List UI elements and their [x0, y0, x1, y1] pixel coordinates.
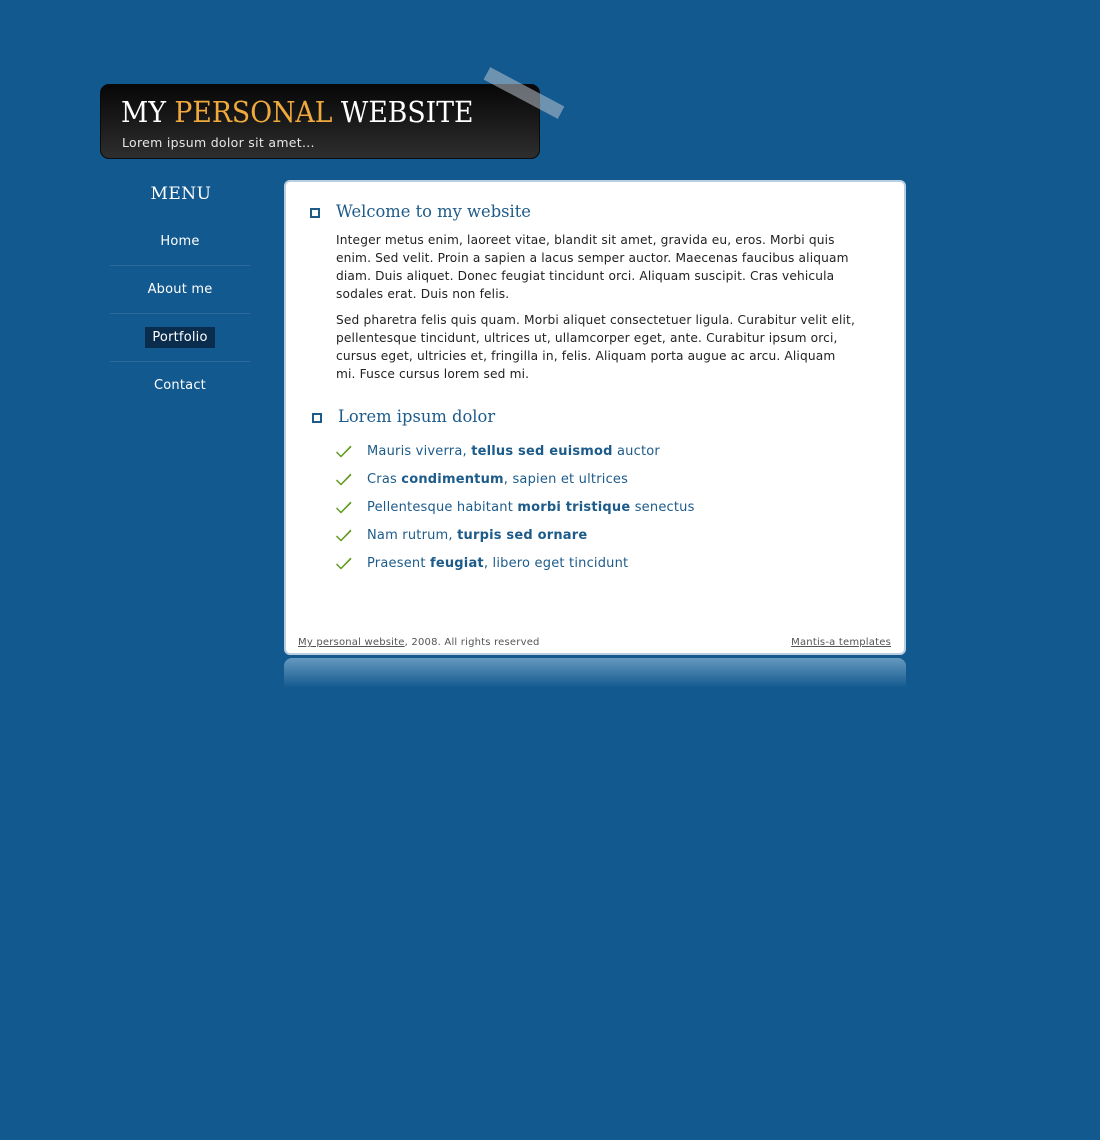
list-item-text: Praesent feugiat, libero eget tincidunt [367, 555, 629, 571]
content-box-reflection [284, 658, 906, 688]
square-bullet-icon [310, 208, 320, 218]
site-logo-banner: MY PERSONAL WEBSITE Lorem ipsum dolor si… [100, 84, 540, 159]
checkmark-icon [336, 557, 352, 570]
paragraph-2: Sed pharetra felis quis quam. Morbi aliq… [336, 313, 855, 381]
footer-copyright-text: , 2008. All rights reserved [404, 637, 540, 648]
list-item: Nam rutrum, turpis sed ornare [336, 521, 695, 549]
sidebar-menu: MENU Home About me Portfolio Contact [110, 184, 250, 409]
section-heading-welcome: Welcome to my website [336, 202, 531, 222]
section-heading-lorem: Lorem ipsum dolor [338, 407, 496, 427]
site-title-part2: WEBSITE [340, 95, 474, 129]
menu-list: Home About me Portfolio Contact [110, 218, 250, 409]
paragraph-1: Integer metus enim, laoreet vitae, bland… [336, 233, 849, 301]
list-item-text: Pellentesque habitant morbi tristique se… [367, 499, 695, 515]
feature-checklist: Mauris viverra, tellus sed euismod aucto… [336, 437, 695, 577]
checkmark-icon [336, 445, 352, 458]
content-box: Welcome to my website Integer metus enim… [284, 180, 906, 655]
list-item: Praesent feugiat, libero eget tincidunt [336, 549, 695, 577]
site-title-part1: MY [121, 95, 166, 129]
menu-heading: MENU [150, 184, 212, 204]
list-item: Cras condimentum, sapien et ultrices [336, 465, 695, 493]
menu-link-portfolio[interactable]: Portfolio [145, 327, 215, 348]
list-item: Pellentesque habitant morbi tristique se… [336, 493, 695, 521]
menu-item-about: About me [110, 266, 250, 314]
menu-item-home: Home [110, 218, 250, 266]
list-item-text: Cras condimentum, sapien et ultrices [367, 471, 629, 487]
menu-item-contact: Contact [110, 362, 250, 409]
site-title: MY PERSONAL WEBSITE [121, 95, 473, 129]
checkmark-icon [336, 473, 352, 486]
site-tagline: Lorem ipsum dolor sit amet... [122, 135, 315, 150]
footer-templates-link[interactable]: Mantis-a templates [791, 637, 891, 648]
site-title-accent: PERSONAL [174, 95, 333, 129]
menu-link-about[interactable]: About me [141, 279, 220, 300]
footer-site-link[interactable]: My personal website [298, 637, 405, 648]
square-bullet-icon [312, 413, 322, 423]
checkmark-icon [336, 529, 352, 542]
list-item: Mauris viverra, tellus sed euismod aucto… [336, 437, 695, 465]
footer-copyright: My personal website, 2008. All rights re… [298, 637, 540, 648]
list-item-text: Mauris viverra, tellus sed euismod aucto… [367, 443, 660, 459]
list-item-text: Nam rutrum, turpis sed ornare [367, 527, 588, 543]
menu-item-portfolio: Portfolio [110, 314, 250, 362]
checkmark-icon [336, 501, 352, 514]
menu-link-home[interactable]: Home [153, 231, 206, 252]
menu-link-contact[interactable]: Contact [147, 375, 213, 396]
